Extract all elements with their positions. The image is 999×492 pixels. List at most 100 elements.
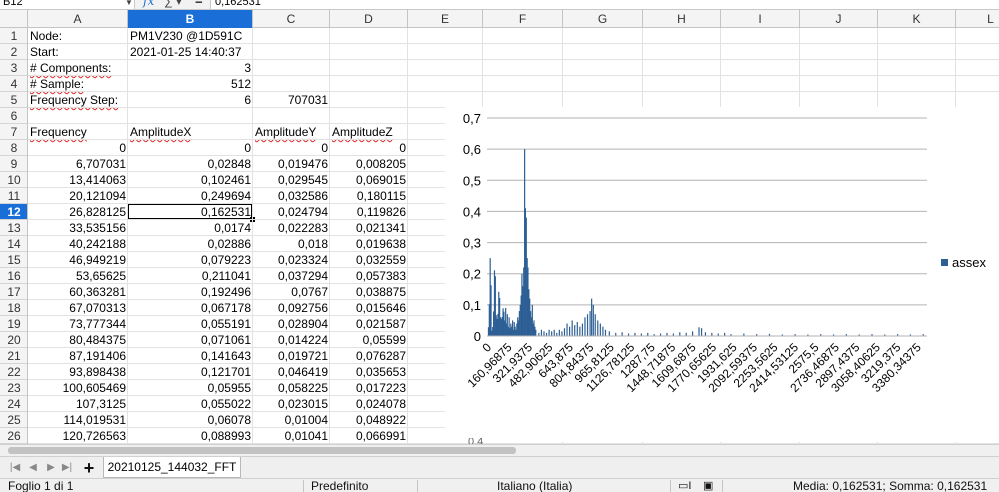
cell-c22[interactable]: 0,046419 — [253, 364, 330, 380]
cell-d20[interactable]: 0,05599 — [330, 332, 408, 348]
function-wizard-icon[interactable]: fx — [143, 0, 154, 7]
column-header-b[interactable]: B — [128, 10, 253, 28]
cell-b3[interactable]: 3 — [128, 60, 253, 76]
row-header-11[interactable]: 11 — [0, 188, 27, 204]
row-header-25[interactable]: 25 — [0, 412, 27, 428]
sum-icon[interactable]: ∑ ▾ — [164, 0, 182, 7]
cell-a11[interactable]: 20,121094 — [28, 188, 128, 204]
row-header-20[interactable]: 20 — [0, 332, 27, 348]
cell-a8[interactable]: 0 — [28, 140, 128, 156]
row-header-16[interactable]: 16 — [0, 268, 27, 284]
cell-a17[interactable]: 60,363281 — [28, 284, 128, 300]
row-header-3[interactable]: 3 — [0, 60, 27, 76]
cell-d18[interactable]: 0,015646 — [330, 300, 408, 316]
horizontal-scrollbar-thumb[interactable] — [8, 447, 516, 454]
cell-b24[interactable]: 0,055022 — [128, 396, 253, 412]
cell-c9[interactable]: 0,019476 — [253, 156, 330, 172]
row-header-12[interactable]: 12 — [0, 204, 27, 220]
cell-a3[interactable]: # Components: — [28, 60, 128, 76]
cell-c25[interactable]: 0,01004 — [253, 412, 330, 428]
cell-b18[interactable]: 0,067178 — [128, 300, 253, 316]
cell-d7[interactable]: AmplitudeZ — [330, 124, 408, 140]
cell-d23[interactable]: 0,017223 — [330, 380, 408, 396]
column-header-f[interactable]: F — [483, 10, 563, 28]
cell-c26[interactable]: 0,01041 — [253, 428, 330, 444]
cell-c18[interactable]: 0,092756 — [253, 300, 330, 316]
cell-a22[interactable]: 93,898438 — [28, 364, 128, 380]
cell-d15[interactable]: 0,032559 — [330, 252, 408, 268]
cell-b14[interactable]: 0,02886 — [128, 236, 253, 252]
sheet-tab-active[interactable]: 20210125_144032_FFT — [103, 457, 241, 478]
cell-a15[interactable]: 46,949219 — [28, 252, 128, 268]
cell-d22[interactable]: 0,035653 — [330, 364, 408, 380]
cell-a5[interactable]: Frequency Step: — [28, 92, 128, 108]
cell-c7[interactable]: AmplitudeY — [253, 124, 330, 140]
cell-d16[interactable]: 0,057383 — [330, 268, 408, 284]
cell-c17[interactable]: 0,0767 — [253, 284, 330, 300]
cell-b13[interactable]: 0,0174 — [128, 220, 253, 236]
cell-a18[interactable]: 67,070313 — [28, 300, 128, 316]
cell-b2[interactable]: 2021-01-25 14:40:37 — [128, 44, 253, 60]
cell-b4[interactable]: 512 — [128, 76, 253, 92]
cell-a12[interactable]: 26,828125 — [28, 204, 128, 220]
cell-a16[interactable]: 53,65625 — [28, 268, 128, 284]
row-header-26[interactable]: 26 — [0, 428, 27, 444]
column-header-d[interactable]: D — [330, 10, 408, 28]
cell-a24[interactable]: 107,3125 — [28, 396, 128, 412]
cell-a14[interactable]: 40,242188 — [28, 236, 128, 252]
next-sheet-icon[interactable]: ▶ — [44, 461, 58, 475]
row-header-13[interactable]: 13 — [0, 220, 27, 236]
formula-equals-icon[interactable]: = — [195, 0, 203, 7]
page-style[interactable]: Predefinito — [311, 479, 368, 492]
row-header-8[interactable]: 8 — [0, 140, 27, 156]
row-header-10[interactable]: 10 — [0, 172, 27, 188]
row-header-23[interactable]: 23 — [0, 380, 27, 396]
selection-mode-icon[interactable]: ▭I — [678, 479, 691, 492]
cell-d17[interactable]: 0,038875 — [330, 284, 408, 300]
chevron-down-icon[interactable]: ▼ — [123, 0, 135, 9]
cell-d12[interactable]: 0,119826 — [330, 204, 408, 220]
cell-d14[interactable]: 0,019638 — [330, 236, 408, 252]
row-header-14[interactable]: 14 — [0, 236, 27, 252]
cell-b1[interactable]: PM1V230 @1D591C — [128, 28, 253, 44]
cell-d13[interactable]: 0,021341 — [330, 220, 408, 236]
cell-a9[interactable]: 6,707031 — [28, 156, 128, 172]
cell-a20[interactable]: 80,484375 — [28, 332, 128, 348]
cell-b26[interactable]: 0,088993 — [128, 428, 253, 444]
cell-b15[interactable]: 0,079223 — [128, 252, 253, 268]
row-header-9[interactable]: 9 — [0, 156, 27, 172]
cell-c19[interactable]: 0,028904 — [253, 316, 330, 332]
last-sheet-icon[interactable]: ▶| — [60, 461, 74, 475]
cell-c11[interactable]: 0,032586 — [253, 188, 330, 204]
cell-c13[interactable]: 0,022283 — [253, 220, 330, 236]
cell-c8[interactable]: 0 — [253, 140, 330, 156]
add-sheet-button[interactable]: + — [80, 458, 98, 478]
cell-b12[interactable]: 0,162531 — [128, 204, 253, 220]
cell-a19[interactable]: 73,777344 — [28, 316, 128, 332]
column-header-h[interactable]: H — [643, 10, 721, 28]
cell-d8[interactable]: 0 — [330, 140, 408, 156]
row-header-2[interactable]: 2 — [0, 44, 27, 60]
cell-a1[interactable]: Node: — [28, 28, 128, 44]
row-header-1[interactable]: 1 — [0, 28, 27, 44]
cell-d21[interactable]: 0,076287 — [330, 348, 408, 364]
column-header-i[interactable]: I — [721, 10, 800, 28]
cell-c23[interactable]: 0,058225 — [253, 380, 330, 396]
cell-b23[interactable]: 0,05955 — [128, 380, 253, 396]
cell-c5[interactable]: 707031 — [253, 92, 330, 108]
cell-d24[interactable]: 0,024078 — [330, 396, 408, 412]
row-header-6[interactable]: 6 — [0, 108, 27, 124]
column-header-a[interactable]: A — [28, 10, 128, 28]
prev-sheet-icon[interactable]: ◀ — [26, 461, 40, 475]
cell-a23[interactable]: 100,605469 — [28, 380, 128, 396]
cell-b9[interactable]: 0,02848 — [128, 156, 253, 172]
row-header-17[interactable]: 17 — [0, 284, 27, 300]
document-modified-icon[interactable]: ▣ — [703, 479, 713, 492]
cell-a21[interactable]: 87,191406 — [28, 348, 128, 364]
cell-d25[interactable]: 0,048922 — [330, 412, 408, 428]
column-header-j[interactable]: J — [800, 10, 878, 28]
column-header-e[interactable]: E — [408, 10, 483, 28]
cell-c24[interactable]: 0,023015 — [253, 396, 330, 412]
cell-c20[interactable]: 0,014224 — [253, 332, 330, 348]
cell-d11[interactable]: 0,180115 — [330, 188, 408, 204]
